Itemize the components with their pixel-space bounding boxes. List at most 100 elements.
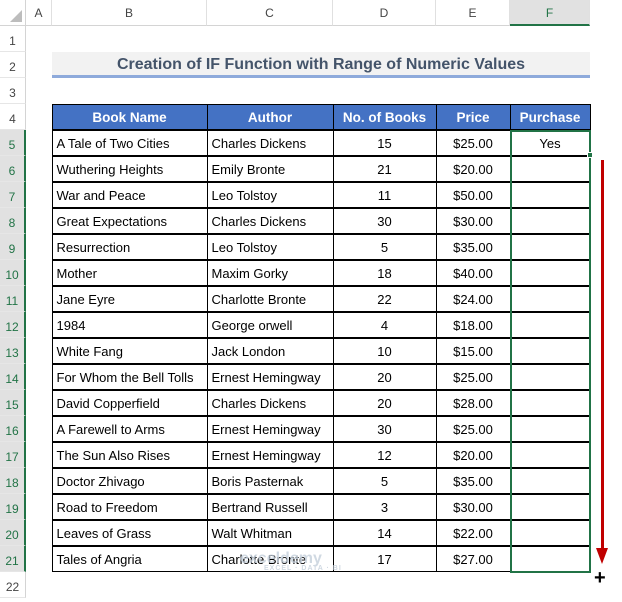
cell-author[interactable]: Charles Dickens: [206, 129, 334, 156]
cell-price[interactable]: $40.00: [435, 259, 511, 286]
cell-price[interactable]: $20.00: [435, 441, 511, 468]
cell-price[interactable]: $25.00: [435, 129, 511, 156]
cell-book-name[interactable]: For Whom the Bell Tolls: [51, 363, 208, 390]
row-header-21[interactable]: 21: [0, 546, 26, 572]
cell-author[interactable]: Boris Pasternak: [206, 467, 334, 494]
fill-handle[interactable]: [587, 152, 593, 158]
cell-no-of-books[interactable]: 20: [332, 363, 437, 390]
cell-author[interactable]: Maxim Gorky: [206, 259, 334, 286]
cell-book-name[interactable]: Wuthering Heights: [51, 155, 208, 182]
cell-price[interactable]: $24.00: [435, 285, 511, 312]
cell-no-of-books[interactable]: 15: [332, 129, 437, 156]
cell-book-name[interactable]: The Sun Also Rises: [51, 441, 208, 468]
row-header-10[interactable]: 10: [0, 260, 26, 286]
cell-book-name[interactable]: A Farewell to Arms: [51, 415, 208, 442]
column-header-E[interactable]: E: [436, 0, 510, 26]
row-header-13[interactable]: 13: [0, 338, 26, 364]
column-header-B[interactable]: B: [52, 0, 207, 26]
row-header-6[interactable]: 6: [0, 156, 26, 182]
cell-no-of-books[interactable]: 21: [332, 155, 437, 182]
cell-author[interactable]: Charles Dickens: [206, 207, 334, 234]
row-header-14[interactable]: 14: [0, 364, 26, 390]
cell-no-of-books[interactable]: 30: [332, 207, 437, 234]
cell-price[interactable]: $15.00: [435, 337, 511, 364]
cell-price[interactable]: $25.00: [435, 363, 511, 390]
cell-author[interactable]: George orwell: [206, 311, 334, 338]
cell-no-of-books[interactable]: 5: [332, 233, 437, 260]
cell-no-of-books[interactable]: 10: [332, 337, 437, 364]
cell-book-name[interactable]: Resurrection: [51, 233, 208, 260]
cell-author[interactable]: Jack London: [206, 337, 334, 364]
cell-book-name[interactable]: Mother: [51, 259, 208, 286]
cell-book-name[interactable]: David Copperfield: [51, 389, 208, 416]
cell-no-of-books[interactable]: 30: [332, 415, 437, 442]
cell-book-name[interactable]: Leaves of Grass: [51, 519, 208, 546]
cell-author[interactable]: Emily Bronte: [206, 155, 334, 182]
header-no-of-books[interactable]: No. of Books: [332, 103, 437, 130]
cell-price[interactable]: $22.00: [435, 519, 511, 546]
cell-book-name[interactable]: Road to Freedom: [51, 493, 208, 520]
row-header-17[interactable]: 17: [0, 442, 26, 468]
row-header-8[interactable]: 8: [0, 208, 26, 234]
cell-no-of-books[interactable]: 22: [332, 285, 437, 312]
header-author[interactable]: Author: [206, 103, 334, 130]
cell-no-of-books[interactable]: 18: [332, 259, 437, 286]
header-purchase[interactable]: Purchase: [509, 103, 591, 130]
cell-book-name[interactable]: War and Peace: [51, 181, 208, 208]
cell-no-of-books[interactable]: 17: [332, 545, 437, 572]
cell-author[interactable]: Charlotte Bronte: [206, 285, 334, 312]
cell-book-name[interactable]: Jane Eyre: [51, 285, 208, 312]
row-header-20[interactable]: 20: [0, 520, 26, 546]
row-header-1[interactable]: 1: [0, 26, 26, 52]
cell-no-of-books[interactable]: 14: [332, 519, 437, 546]
column-header-C[interactable]: C: [207, 0, 333, 26]
header-book-name[interactable]: Book Name: [51, 103, 208, 130]
row-header-3[interactable]: 3: [0, 78, 26, 104]
cell-author[interactable]: Ernest Hemingway: [206, 415, 334, 442]
cell-author[interactable]: Charles Dickens: [206, 389, 334, 416]
cell-price[interactable]: $50.00: [435, 181, 511, 208]
row-header-22[interactable]: 22: [0, 572, 26, 598]
cell-price[interactable]: $28.00: [435, 389, 511, 416]
column-header-D[interactable]: D: [333, 0, 436, 26]
column-header-A[interactable]: A: [26, 0, 52, 26]
cell-book-name[interactable]: A Tale of Two Cities: [51, 129, 208, 156]
row-header-4[interactable]: 4: [0, 104, 26, 130]
cell-no-of-books[interactable]: 3: [332, 493, 437, 520]
cell-book-name[interactable]: Tales of Angria: [51, 545, 208, 572]
cell-author[interactable]: Ernest Hemingway: [206, 363, 334, 390]
cell-price[interactable]: $27.00: [435, 545, 511, 572]
cell-price[interactable]: $18.00: [435, 311, 511, 338]
cell-book-name[interactable]: Great Expectations: [51, 207, 208, 234]
cell-price[interactable]: $35.00: [435, 467, 511, 494]
cell-no-of-books[interactable]: 11: [332, 181, 437, 208]
row-header-19[interactable]: 19: [0, 494, 26, 520]
cell-no-of-books[interactable]: 20: [332, 389, 437, 416]
cell-price[interactable]: $30.00: [435, 493, 511, 520]
row-header-15[interactable]: 15: [0, 390, 26, 416]
cell-author[interactable]: Leo Tolstoy: [206, 233, 334, 260]
header-price[interactable]: Price: [435, 103, 511, 130]
cell-price[interactable]: $25.00: [435, 415, 511, 442]
cell-book-name[interactable]: Doctor Zhivago: [51, 467, 208, 494]
row-header-11[interactable]: 11: [0, 286, 26, 312]
cell-author[interactable]: Bertrand Russell: [206, 493, 334, 520]
cell-author[interactable]: Leo Tolstoy: [206, 181, 334, 208]
row-header-9[interactable]: 9: [0, 234, 26, 260]
cell-no-of-books[interactable]: 12: [332, 441, 437, 468]
column-header-F[interactable]: F: [510, 0, 590, 26]
row-header-7[interactable]: 7: [0, 182, 26, 208]
cell-price[interactable]: $35.00: [435, 233, 511, 260]
row-header-12[interactable]: 12: [0, 312, 26, 338]
cell-no-of-books[interactable]: 5: [332, 467, 437, 494]
cell-no-of-books[interactable]: 4: [332, 311, 437, 338]
row-header-18[interactable]: 18: [0, 468, 26, 494]
cell-author[interactable]: Walt Whitman: [206, 519, 334, 546]
cell-book-name[interactable]: 1984: [51, 311, 208, 338]
row-header-5[interactable]: 5: [0, 130, 26, 156]
row-header-16[interactable]: 16: [0, 416, 26, 442]
select-all-corner[interactable]: [0, 0, 26, 26]
cell-author[interactable]: Ernest Hemingway: [206, 441, 334, 468]
cell-price[interactable]: $20.00: [435, 155, 511, 182]
cell-price[interactable]: $30.00: [435, 207, 511, 234]
